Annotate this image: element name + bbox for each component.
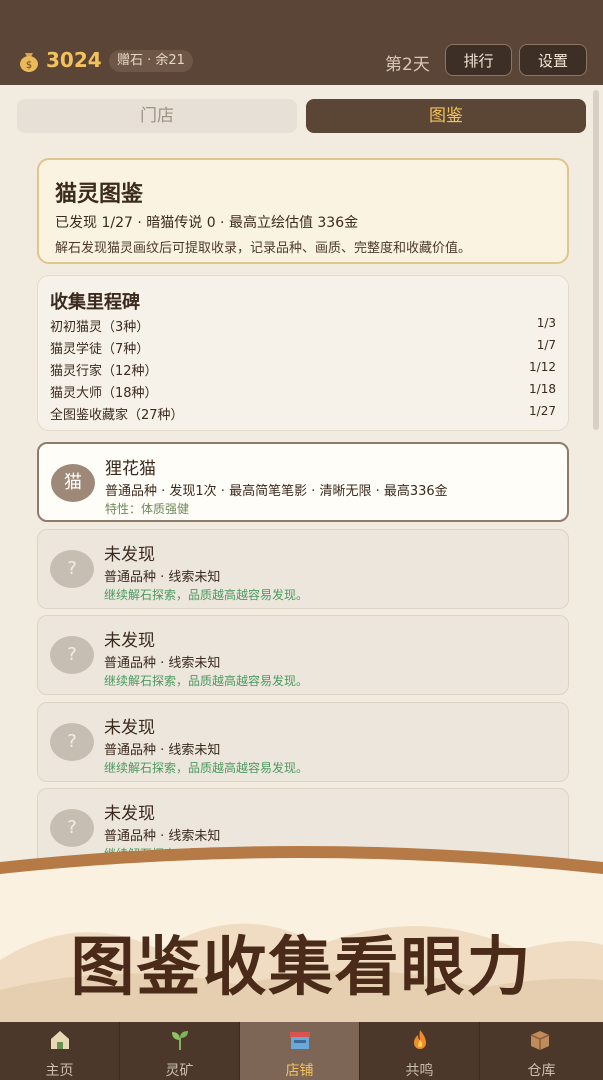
milestone-row: 猫灵学徒（7种） 1/7 <box>50 338 556 358</box>
cat-meta: 普通品种 · 线索未知 <box>104 570 221 585</box>
milestone-row: 猫灵行家（12种） 1/12 <box>50 360 556 380</box>
nav-label: 主页 <box>45 1063 74 1079</box>
codex-description: 解石发现猫灵画纹后可提取收录，记录品种、画质、完整度和收藏价值。 <box>55 241 472 256</box>
cat-card[interactable]: ? 未发现 普通品种 · 线索未知 继续解石探索，品质越高越容易发现。 <box>37 529 569 609</box>
milestone-row: 初初猫灵（3种） 1/3 <box>50 316 556 336</box>
cat-name: 未发现 <box>104 718 155 738</box>
day-label: 第2天 <box>385 55 430 75</box>
nav-label: 共鸣 <box>405 1063 434 1079</box>
nav-item-shop[interactable]: 店铺 <box>240 1022 360 1080</box>
cat-meta: 普通品种 · 发现1次 · 最高简笔笔影 · 清晰无限 · 最高336金 <box>105 484 448 499</box>
milestone-name: 猫灵学徒（7种） <box>50 342 150 357</box>
unknown-cat-avatar: ? <box>50 550 94 588</box>
milestones-title: 收集里程碑 <box>50 292 140 313</box>
cat-meta: 普通品种 · 线索未知 <box>104 656 221 671</box>
cat-name: 未发现 <box>104 631 155 651</box>
sprout-icon <box>172 1031 188 1050</box>
milestone-name: 全图鉴收藏家（27种） <box>50 408 184 423</box>
nav-label: 灵矿 <box>165 1063 194 1079</box>
top-bar: $ 3024 赠石 · 余21 第2天 排行 设置 <box>0 0 603 85</box>
home-icon <box>51 1031 69 1049</box>
codex-summary-card: 猫灵图鉴 已发现 1/27 · 暗猫传说 0 · 最高立绘估值 336金 解石发… <box>37 158 569 264</box>
cat-hint: 继续解石探索，品质越高越容易发现。 <box>104 674 309 688</box>
milestone-progress: 1/12 <box>529 360 556 374</box>
codex-stats: 已发现 1/27 · 暗猫传说 0 · 最高立绘估值 336金 <box>55 215 359 231</box>
settings-button[interactable]: 设置 <box>519 44 587 76</box>
box-icon <box>530 1031 550 1050</box>
cat-avatar: 猫 <box>51 464 95 502</box>
cat-card[interactable]: ? 未发现 普通品种 · 线索未知 继续解石探索，品质越高越容易发现。 <box>37 702 569 782</box>
codex-title: 猫灵图鉴 <box>55 182 144 207</box>
svg-text:$: $ <box>26 60 32 71</box>
fire-icon <box>414 1030 426 1049</box>
promo-banner-text: 图鉴收集看眼力 <box>70 930 533 1005</box>
shop-icon <box>290 1032 310 1049</box>
cat-name: 未发现 <box>104 804 155 824</box>
milestone-progress: 1/27 <box>529 404 556 418</box>
bottom-nav: 主页 灵矿 店铺 共鸣 仓库 <box>0 1022 603 1080</box>
milestone-name: 猫灵大师（18种） <box>50 386 158 401</box>
milestone-progress: 1/7 <box>536 338 556 352</box>
cat-hint: 继续解石探索，品质越高越容易发现。 <box>104 761 309 775</box>
tab-codex[interactable]: 图鉴 <box>306 99 586 133</box>
unknown-cat-avatar: ? <box>50 636 94 674</box>
money-bag-icon: $ <box>20 53 38 72</box>
nav-label: 仓库 <box>527 1063 556 1079</box>
milestone-progress: 1/18 <box>529 382 556 396</box>
coin-count: 3024 <box>46 48 102 72</box>
nav-label: 店铺 <box>285 1063 314 1079</box>
cat-name: 狸花猫 <box>105 459 156 479</box>
gift-stone-badge: 赠石 · 余21 <box>109 50 193 72</box>
cat-meta: 普通品种 · 线索未知 <box>104 743 221 758</box>
milestone-name: 初初猫灵（3种） <box>50 320 150 335</box>
milestone-name: 猫灵行家（12种） <box>50 364 158 379</box>
cat-card[interactable]: 猫 狸花猫 普通品种 · 发现1次 · 最高简笔笔影 · 清晰无限 · 最高33… <box>37 442 569 522</box>
tab-store[interactable]: 门店 <box>17 99 297 133</box>
nav-item-resonance[interactable]: 共鸣 <box>360 1022 480 1080</box>
milestones-card: 收集里程碑 初初猫灵（3种） 1/3 猫灵学徒（7种） 1/7 猫灵行家（12种… <box>37 275 569 431</box>
cat-trait: 特性：体质强健 <box>105 502 190 516</box>
nav-item-home[interactable]: 主页 <box>0 1022 120 1080</box>
rank-button[interactable]: 排行 <box>445 44 512 76</box>
nav-item-mine[interactable]: 灵矿 <box>120 1022 240 1080</box>
scrollbar-thumb[interactable] <box>593 90 599 430</box>
milestone-row: 全图鉴收藏家（27种） 1/27 <box>50 404 556 424</box>
milestone-progress: 1/3 <box>536 316 556 330</box>
cat-name: 未发现 <box>104 545 155 565</box>
milestone-row: 猫灵大师（18种） 1/18 <box>50 382 556 402</box>
cat-hint: 继续解石探索，品质越高越容易发现。 <box>104 588 309 602</box>
cat-card[interactable]: ? 未发现 普通品种 · 线索未知 继续解石探索，品质越高越容易发现。 <box>37 615 569 695</box>
nav-item-warehouse[interactable]: 仓库 <box>480 1022 603 1080</box>
unknown-cat-avatar: ? <box>50 723 94 761</box>
